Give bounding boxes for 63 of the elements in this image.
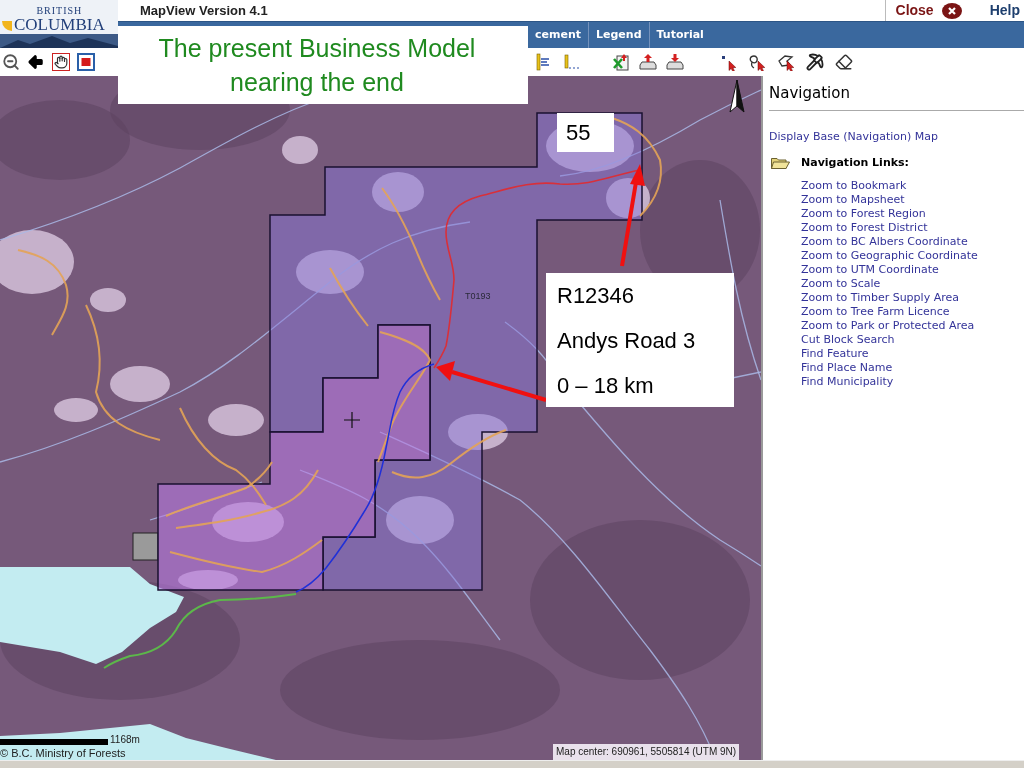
base-map-link[interactable]: Display Base (Navigation) Map — [769, 131, 938, 143]
upload-tray-icon[interactable] — [639, 53, 657, 71]
scale-label: 1168m — [110, 734, 140, 745]
zoom-out-icon[interactable] — [2, 53, 20, 71]
crosshair-icon — [343, 411, 361, 429]
block-label: T0193 — [465, 291, 491, 301]
clearing-patch — [296, 250, 364, 294]
menu-item[interactable]: cement — [528, 22, 588, 48]
slide-title-line: The present Business Model — [158, 33, 476, 64]
navigation-link[interactable]: Zoom to Scale — [801, 277, 881, 291]
clearing-patch — [386, 496, 454, 544]
clearing-patch — [448, 414, 508, 450]
ruler-icon[interactable] — [534, 53, 552, 71]
sun-icon — [2, 19, 12, 31]
eraser-icon[interactable] — [835, 53, 853, 71]
callout-label: R12346 Andys Road 3 0 – 18 km — [546, 273, 734, 407]
clearing-patch — [208, 404, 264, 436]
clearing-patch — [178, 570, 238, 590]
lasso-cursor-icon[interactable] — [748, 53, 766, 71]
cloud-patch — [132, 532, 159, 561]
callout-label: 55 — [557, 113, 614, 152]
forest-road — [329, 267, 369, 327]
clearing-patch — [90, 288, 126, 312]
clearing-patch — [212, 502, 284, 542]
navigation-link[interactable]: Find Place Name — [801, 361, 893, 375]
clearing-patch — [54, 398, 98, 422]
navigation-link[interactable]: Zoom to Geographic Coordinate — [801, 249, 978, 263]
clearing-patch — [606, 178, 650, 218]
navigation-link[interactable]: Zoom to Forest Region — [801, 207, 926, 221]
download-tray-icon[interactable] — [666, 53, 684, 71]
pickaxe-icon[interactable] — [806, 53, 824, 71]
navigation-link[interactable]: Zoom to UTM Coordinate — [801, 263, 939, 277]
folder-icon — [771, 157, 790, 169]
north-arrow-icon — [729, 79, 745, 113]
navigation-link[interactable]: Find Municipality — [801, 375, 894, 389]
close-button[interactable]: Close — [895, 0, 962, 21]
links-heading: Navigation Links: — [801, 154, 909, 171]
logo-text: COLUMBIA — [14, 16, 105, 34]
hand-icon[interactable] — [52, 53, 70, 71]
map-center-readout: Map center: 690961, 5505814 (UTM 9N) — [553, 744, 740, 760]
navigation-link[interactable]: Find Feature — [801, 347, 869, 361]
logo-text: BRITISH — [36, 6, 83, 16]
document-x-icon[interactable] — [612, 53, 630, 71]
framed-square-icon[interactable] — [77, 53, 95, 71]
navigation-link[interactable]: Zoom to Bookmark — [801, 179, 907, 193]
back-arrow-icon[interactable] — [27, 53, 45, 71]
clearing-patch — [282, 136, 318, 164]
clearing-patch — [110, 366, 170, 402]
app-title: MapView Version 4.1 — [140, 1, 268, 20]
navigation-link[interactable]: Zoom to Park or Protected Area — [801, 319, 975, 333]
navigation-link[interactable]: Zoom to BC Albers Coordinate — [801, 235, 968, 249]
slide-title-line: nearing the end — [230, 67, 404, 98]
help-link[interactable]: Help — [989, 0, 1020, 21]
clearing-patch — [372, 172, 424, 212]
copyright-text: © B.C. Ministry of Forests — [0, 747, 126, 759]
navigation-link[interactable]: Zoom to Forest District — [801, 221, 928, 235]
panel-title: Navigation — [769, 84, 851, 102]
polygon-cursor-icon[interactable] — [777, 53, 795, 71]
navigation-link[interactable]: Zoom to Timber Supply Area — [801, 291, 959, 305]
cursor-point-icon[interactable] — [719, 53, 737, 71]
navigation-link[interactable]: Cut Block Search — [801, 333, 895, 347]
navigation-link[interactable]: Zoom to Tree Farm Licence — [801, 305, 950, 319]
navigation-link[interactable]: Zoom to Mapsheet — [801, 193, 905, 207]
